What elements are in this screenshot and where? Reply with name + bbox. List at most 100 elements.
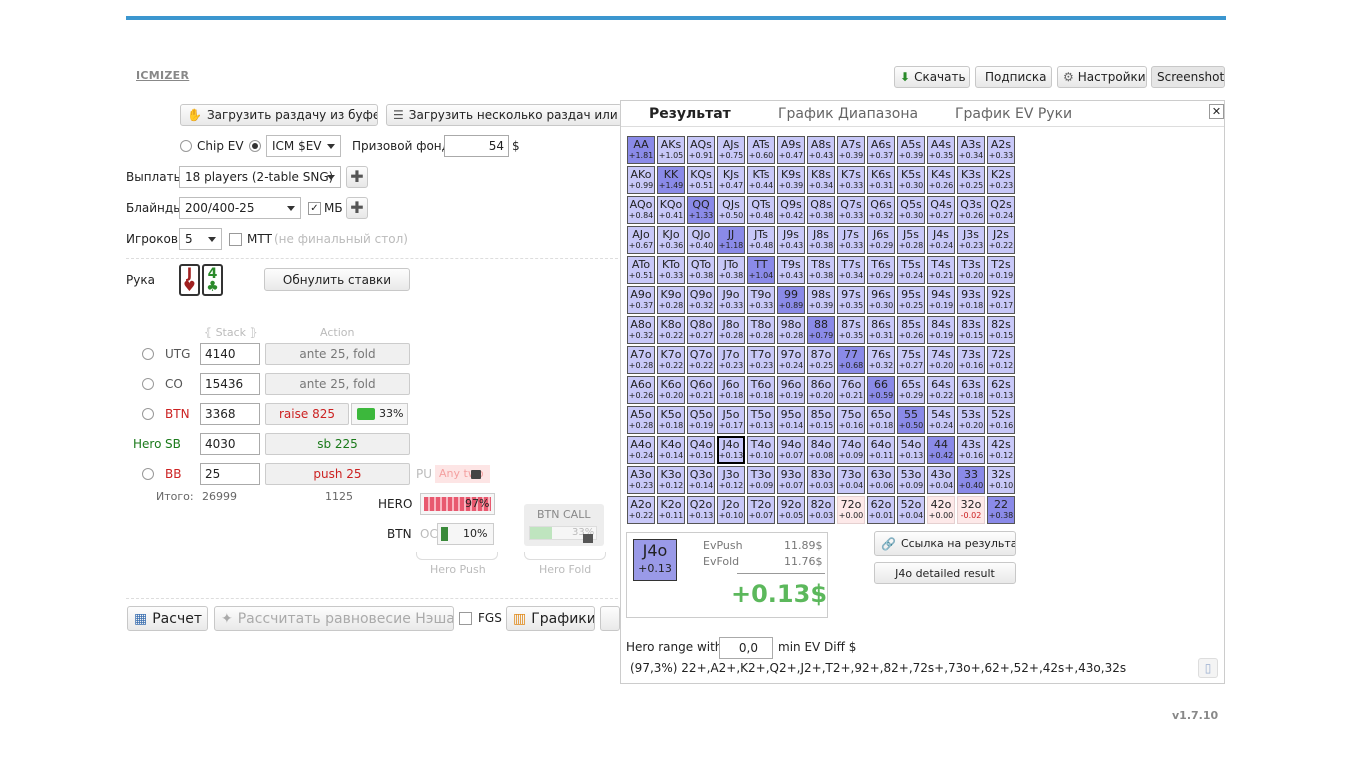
hand-cell[interactable]: K5o +0.18	[657, 406, 685, 434]
hand-cell[interactable]: QTs +0.48	[747, 196, 775, 224]
hand-cell[interactable]: Q9o +0.32	[687, 286, 715, 314]
hand-cell[interactable]: 88 +0.79	[807, 316, 835, 344]
hand-cell[interactable]: T8o +0.28	[747, 316, 775, 344]
hand-cell[interactable]: J5o +0.17	[717, 406, 745, 434]
player-radio-co[interactable]	[142, 378, 154, 390]
action-btn[interactable]: raise 825	[265, 403, 349, 425]
hand-cell[interactable]: 85s +0.26	[897, 316, 925, 344]
hand-cell[interactable]: J8s +0.38	[807, 226, 835, 254]
hand-cell[interactable]: KTs +0.44	[747, 166, 775, 194]
hand-cell[interactable]: K2o +0.11	[657, 496, 685, 524]
hand-cell[interactable]: 73o +0.04	[837, 466, 865, 494]
tab-result[interactable]: Результат	[649, 106, 731, 122]
hand-cell[interactable]: A9s +0.47	[777, 136, 805, 164]
hand-cell[interactable]: 32s +0.10	[987, 466, 1015, 494]
stack-input-bb[interactable]: 25	[200, 463, 260, 485]
hand-cell[interactable]: JTo +0.38	[717, 256, 745, 284]
hand-cell[interactable]: 92o +0.05	[777, 496, 805, 524]
hand-cell[interactable]: AA +1.81	[627, 136, 655, 164]
hand-cell[interactable]: K4s +0.26	[927, 166, 955, 194]
hand-cell[interactable]: 84o +0.08	[807, 436, 835, 464]
hand-cell[interactable]: 82o +0.03	[807, 496, 835, 524]
hand-cell[interactable]: AKo +0.99	[627, 166, 655, 194]
hand-cell[interactable]: A2s +0.33	[987, 136, 1015, 164]
hand-cell[interactable]: 62s +0.13	[987, 376, 1015, 404]
hand-cell[interactable]: 97s +0.35	[837, 286, 865, 314]
hand-cell[interactable]: T5o +0.13	[747, 406, 775, 434]
hand-cell[interactable]: 98o +0.28	[777, 316, 805, 344]
hand-cell[interactable]: AQo +0.84	[627, 196, 655, 224]
hand-cell[interactable]: Q5s +0.30	[897, 196, 925, 224]
icm-ev-radio[interactable]	[249, 140, 261, 152]
hand-cell[interactable]: T2s +0.19	[987, 256, 1015, 284]
player-radio-bb[interactable]	[142, 468, 154, 480]
hand-cell[interactable]: J2o +0.10	[717, 496, 745, 524]
action-sb[interactable]: sb 225	[265, 433, 410, 455]
hand-cell[interactable]: 76s +0.32	[867, 346, 895, 374]
hand-cell[interactable]: AKs +1.05	[657, 136, 685, 164]
hand-cell[interactable]: A4o +0.24	[627, 436, 655, 464]
stack-input-co[interactable]: 15436	[200, 373, 260, 395]
hand-cell[interactable]: 73s +0.16	[957, 346, 985, 374]
hand-cell[interactable]: Q8s +0.38	[807, 196, 835, 224]
result-link-button[interactable]: 🔗 Ссылка на результат	[874, 531, 1016, 556]
hand-cell[interactable]: A4s +0.35	[927, 136, 955, 164]
hand-cell[interactable]: 97o +0.24	[777, 346, 805, 374]
hand-cell[interactable]: 95s +0.25	[897, 286, 925, 314]
hand-cell[interactable]: K2s +0.23	[987, 166, 1015, 194]
hand-cell[interactable]: 92s +0.17	[987, 286, 1015, 314]
hand-cell[interactable]: 87s +0.35	[837, 316, 865, 344]
hand-cell[interactable]: T9s +0.43	[777, 256, 805, 284]
hand-cell[interactable]: 64o +0.11	[867, 436, 895, 464]
hand-cell[interactable]: K4o +0.14	[657, 436, 685, 464]
min-ev-input[interactable]: 0,0	[719, 637, 773, 659]
hand-cell[interactable]: JTs +0.48	[747, 226, 775, 254]
hero-push-bar[interactable]: 97%	[420, 493, 495, 515]
hand-cell[interactable]: 94o +0.07	[777, 436, 805, 464]
hand-cell[interactable]: T8s +0.38	[807, 256, 835, 284]
hand-cell[interactable]: T3s +0.20	[957, 256, 985, 284]
hand-cell[interactable]: 42s +0.12	[987, 436, 1015, 464]
tab-ev-chart[interactable]: График EV Руки	[955, 106, 1072, 122]
close-icon[interactable]: ✕	[1209, 104, 1224, 119]
logo[interactable]: ICMIZER	[136, 69, 189, 82]
hand-cell[interactable]: 95o +0.14	[777, 406, 805, 434]
hand-cell[interactable]: 86s +0.31	[867, 316, 895, 344]
payouts-select[interactable]: 18 players (2-table SNG)	[179, 166, 341, 188]
hand-cell[interactable]: J9s +0.43	[777, 226, 805, 254]
hand-cell[interactable]: 96o +0.19	[777, 376, 805, 404]
hand-cell[interactable]: 52o +0.04	[897, 496, 925, 524]
hand-cell[interactable]: 84s +0.19	[927, 316, 955, 344]
hand-cell[interactable]: QQ +1.33	[687, 196, 715, 224]
reset-bets-button[interactable]: Обнулить ставки	[264, 268, 410, 291]
hand-cell[interactable]: Q7o +0.22	[687, 346, 715, 374]
hand-cell[interactable]: Q8o +0.27	[687, 316, 715, 344]
hand-cell[interactable]: Q7s +0.33	[837, 196, 865, 224]
hand-cell[interactable]: KJs +0.47	[717, 166, 745, 194]
hand-cell[interactable]: J8o +0.28	[717, 316, 745, 344]
hand-cell[interactable]: AQs +0.91	[687, 136, 715, 164]
hand-cell[interactable]: 85o +0.15	[807, 406, 835, 434]
hand-cell[interactable]: K3s +0.25	[957, 166, 985, 194]
hand-cell[interactable]: A8o +0.32	[627, 316, 655, 344]
hand-cell[interactable]: 53s +0.20	[957, 406, 985, 434]
hand-cell[interactable]: T4o +0.10	[747, 436, 775, 464]
hand-cell[interactable]: 83s +0.15	[957, 316, 985, 344]
hand-cell[interactable]: J3o +0.12	[717, 466, 745, 494]
hand-cell[interactable]: A3s +0.34	[957, 136, 985, 164]
load-from-buffer-button[interactable]: ✋ Загрузить раздачу из буфера	[180, 104, 378, 126]
hand-cell[interactable]: Q2o +0.13	[687, 496, 715, 524]
add-blinds-button[interactable]: ✚	[346, 197, 368, 219]
hand-cell[interactable]: Q3o +0.14	[687, 466, 715, 494]
hand-cell[interactable]: K6s +0.31	[867, 166, 895, 194]
hand-cell[interactable]: 82s +0.15	[987, 316, 1015, 344]
hand-cell[interactable]: 52s +0.16	[987, 406, 1015, 434]
hand-cell[interactable]: 96s +0.30	[867, 286, 895, 314]
hand-cell[interactable]: T5s +0.24	[897, 256, 925, 284]
hand-cell[interactable]: 54s +0.24	[927, 406, 955, 434]
hand-cell[interactable]: A7s +0.39	[837, 136, 865, 164]
hand-cell[interactable]: KJo +0.36	[657, 226, 685, 254]
hand-cell[interactable]: ATo +0.51	[627, 256, 655, 284]
settings-button[interactable]: ⚙ Настройки	[1057, 66, 1147, 88]
hand-cell[interactable]: Q5o +0.19	[687, 406, 715, 434]
